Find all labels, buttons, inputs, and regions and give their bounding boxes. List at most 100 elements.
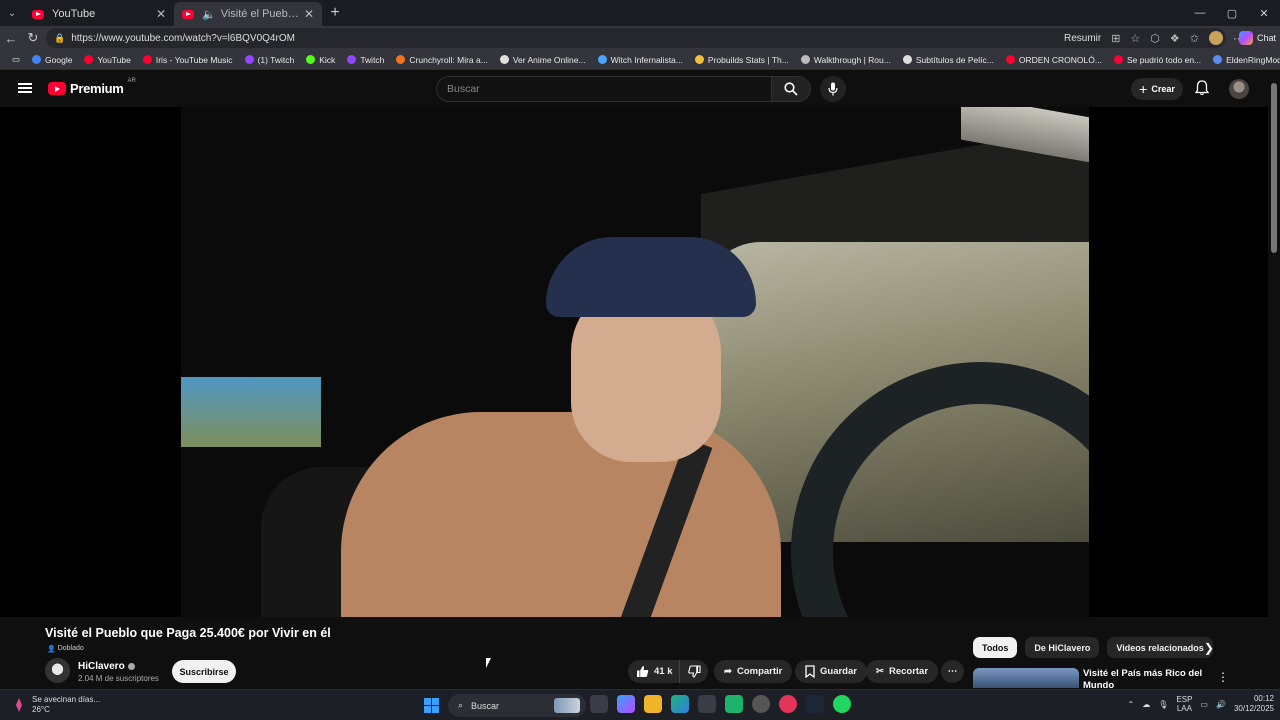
page-scrollbar[interactable] <box>1268 71 1280 689</box>
taskbar-search[interactable]: ⌕ Buscar <box>448 694 586 717</box>
split-screen-icon[interactable]: ⊞ <box>1111 32 1120 45</box>
minimize-icon[interactable]: — <box>1184 0 1216 26</box>
bookmark-item[interactable]: Witch Infernalista... <box>592 55 689 65</box>
language-indicator[interactable]: ESP LAA <box>1176 695 1192 713</box>
bookmark-item[interactable]: (1) Twitch <box>239 55 301 65</box>
notifications-bell-icon[interactable] <box>1194 80 1210 101</box>
channel-name-link[interactable]: HiClavero <box>78 661 135 672</box>
bookmark-item[interactable]: Subtítulos de Pelíc... <box>897 55 1000 65</box>
more-dots-icon: ⋯ <box>947 666 958 677</box>
bookmark-favicon-icon <box>32 55 42 64</box>
display-icon[interactable]: ▭ <box>1200 700 1208 709</box>
driver-hoodie <box>341 412 781 617</box>
file-explorer-icon[interactable] <box>644 695 662 713</box>
search-button[interactable] <box>771 76 811 102</box>
bookmark-item[interactable]: Probuilds Stats | Th... <box>689 55 795 65</box>
youtube-premium-logo[interactable]: Premium AR <box>48 78 136 96</box>
profile-avatar[interactable] <box>1209 31 1223 45</box>
scrollbar-thumb[interactable] <box>1271 83 1277 253</box>
chip-from-channel[interactable]: De HiClavero <box>1025 637 1100 658</box>
windows-start-icon[interactable] <box>424 698 439 713</box>
lang-line1: ESP <box>1176 695 1193 704</box>
more-actions-button[interactable]: ⋯ <box>941 660 964 683</box>
bookmark-item[interactable]: Iris - YouTube Music <box>137 55 239 65</box>
edge-browser-icon[interactable] <box>671 695 689 713</box>
recommended-title[interactable]: Visité el País más Rico del Mundo <box>1083 668 1203 688</box>
save-button[interactable]: Guardar <box>795 660 867 683</box>
bookmark-item[interactable]: ORDEN CRONOLÓ... <box>1000 55 1108 65</box>
bookmark-item[interactable]: Ver Anime Online... <box>494 55 592 65</box>
bookmark-item[interactable]: Google <box>26 55 78 65</box>
microphone-tray-icon[interactable]: 🎙 <box>1158 700 1168 709</box>
share-arrow-icon: ➦ <box>724 666 732 677</box>
recommended-more-icon[interactable]: ⋮ <box>1217 670 1229 684</box>
performance-icon[interactable]: ❖ <box>1170 32 1180 45</box>
close-window-icon[interactable]: ✕ <box>1248 0 1280 26</box>
summarize-button[interactable]: Resumir <box>1064 33 1101 44</box>
steam-icon[interactable] <box>806 695 824 713</box>
dislike-button[interactable] <box>680 665 708 678</box>
voice-search-button[interactable] <box>820 76 846 102</box>
close-tab-icon[interactable]: ✕ <box>304 7 314 21</box>
recommended-video[interactable]: Visité el País más Rico del Mundo ⋮ <box>973 668 1263 688</box>
bookmark-item[interactable]: Walkthrough | Rou... <box>795 55 897 65</box>
create-button[interactable]: + Crear <box>1131 78 1183 100</box>
extensions-icon[interactable]: ⬡ <box>1150 32 1160 45</box>
tab-youtube[interactable]: YouTube ✕ <box>24 2 174 26</box>
clip-button[interactable]: ✂ Recortar <box>866 660 939 683</box>
copilot-icon <box>1238 31 1253 45</box>
bookmark-item[interactable]: Twitch <box>341 55 390 65</box>
chip-related[interactable]: Videos relacionados <box>1107 637 1213 658</box>
spotify-icon[interactable] <box>833 695 851 713</box>
subscribe-button[interactable]: Suscribirse <box>172 660 236 683</box>
back-button[interactable]: ← <box>0 27 22 49</box>
copilot-app-icon[interactable] <box>617 695 635 713</box>
menu-icon[interactable] <box>18 83 32 93</box>
store-icon[interactable] <box>698 695 716 713</box>
recommendation-filter-chips: Todos De HiClavero Videos relacionados <box>973 637 1213 658</box>
weather-widget[interactable]: Se avecinan días... 26°C <box>12 695 100 715</box>
user-avatar[interactable] <box>1229 79 1249 99</box>
share-button[interactable]: ➦ Compartir <box>714 660 793 683</box>
recommended-thumbnail[interactable] <box>973 668 1079 688</box>
bookmark-item[interactable]: YouTube <box>78 55 136 65</box>
like-button[interactable]: 41 k <box>628 660 680 683</box>
channel-avatar[interactable] <box>45 658 70 683</box>
video-title: Visité el Pueblo que Paga 25.400€ por Vi… <box>45 626 331 640</box>
bookmark-label: Google <box>45 54 73 65</box>
chip-all[interactable]: Todos <box>973 637 1018 658</box>
tab-actions-menu-icon[interactable]: ⌄ <box>0 0 24 26</box>
video-frame <box>181 107 1089 617</box>
browser-tab-bar: ⌄ YouTube ✕ 🔈 Visité el Pueblo que Paga … <box>0 0 1280 26</box>
temperature: 26°C <box>32 705 50 714</box>
search-input[interactable]: Buscar <box>436 76 772 102</box>
bookmark-item[interactable]: EldenRingModPac... <box>1207 55 1280 65</box>
video-player[interactable] <box>0 107 1268 617</box>
network-icon[interactable]: ☁ <box>1142 700 1150 709</box>
app-icon[interactable] <box>752 695 770 713</box>
clock[interactable]: 00:12 30/12/2025 <box>1234 694 1274 714</box>
reload-button[interactable]: ↻ <box>22 27 44 49</box>
media-player-icon[interactable] <box>779 695 797 713</box>
subscriber-count: 2.04 M de suscriptores <box>78 674 159 683</box>
tab-video[interactable]: 🔈 Visité el Pueblo que Paga 25... ✕ <box>174 2 322 26</box>
volume-icon[interactable]: 🔊 <box>1216 700 1226 709</box>
chevron-up-icon[interactable]: ⌃ <box>1128 700 1135 709</box>
maximize-icon[interactable]: ▢ <box>1216 0 1248 26</box>
new-tab-button[interactable]: + <box>322 4 348 22</box>
favorite-star-icon[interactable]: ☆ <box>1130 32 1140 45</box>
copilot-chat-button[interactable]: Chat <box>1238 29 1276 47</box>
clip-label: Recortar <box>888 666 929 677</box>
close-tab-icon[interactable]: ✕ <box>156 7 166 21</box>
bookmarks-toggle-icon[interactable]: ▭ <box>6 54 26 65</box>
xbox-app-icon[interactable] <box>725 695 743 713</box>
favorites-icon[interactable]: ✩ <box>1190 32 1199 45</box>
bookmark-item[interactable]: Se pudrió todo en... <box>1108 55 1207 65</box>
speaker-icon[interactable]: 🔈 <box>202 8 216 21</box>
task-view-icon[interactable] <box>590 695 608 713</box>
chevron-right-icon[interactable]: ❯ <box>1204 641 1214 655</box>
chat-label: Chat <box>1256 33 1276 43</box>
url-input[interactable]: 🔒 https://www.youtube.com/watch?v=l6BQV0… <box>46 28 1226 48</box>
bookmark-item[interactable]: Kick <box>300 55 341 65</box>
bookmark-item[interactable]: Crunchyroll: Mira a... <box>390 55 493 65</box>
